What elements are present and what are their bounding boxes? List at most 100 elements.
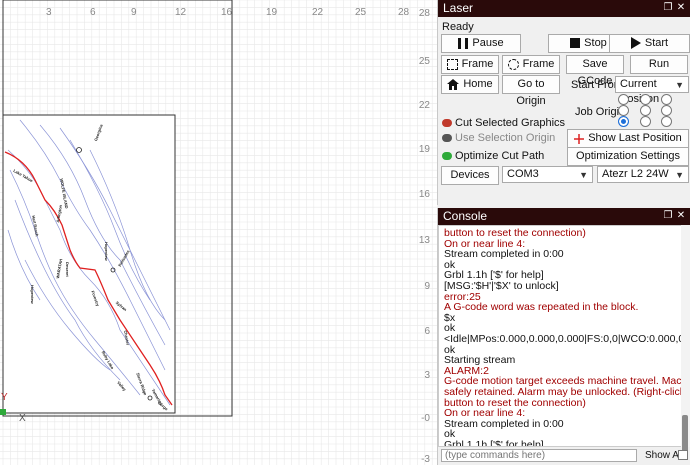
ruler-right-label: -0 [421, 413, 430, 424]
ruler-right-label: 22 [418, 100, 430, 111]
console-panel-title-text: Console [443, 209, 488, 223]
close-icon[interactable]: ✕ [675, 2, 687, 14]
optimization-settings-label: Optimization Settings [576, 150, 680, 162]
ruler-right-label: -3 [421, 454, 430, 465]
stop-icon [570, 38, 581, 49]
job-origin-radio-middle-left[interactable] [618, 105, 629, 116]
start-from-select[interactable]: Current Position ▼ [615, 76, 689, 105]
pause-button[interactable]: Pause [441, 34, 521, 53]
device-select[interactable]: Atezr L2 24W ▼ [597, 166, 689, 183]
ruler-top-label: 6 [90, 7, 96, 18]
app-root: Georgina WOLFE ISLAND Lake Tahoe Hart Ranch… [0, 0, 690, 465]
console-line: [MSG:'$H'|'$X' to unlock] [444, 279, 559, 292]
origin-marker [0, 409, 6, 415]
map-label: Hopeview [104, 242, 109, 261]
frame-circle-button[interactable]: Frame [502, 55, 560, 74]
devices-button[interactable]: Devices [441, 166, 499, 185]
laser-panel-title-text: Laser [443, 1, 474, 15]
job-origin-radio-middle-right[interactable] [661, 105, 672, 116]
optimize-cut-path-label: Optimize Cut Path [455, 150, 545, 162]
home-button[interactable]: Home [441, 75, 499, 94]
console-line: Grbl 1.1h ['$' for help] [444, 438, 544, 447]
home-button-label: Home [463, 78, 493, 90]
job-origin-radio-bottom-right[interactable] [661, 116, 672, 127]
laser-status: Ready [442, 21, 474, 33]
console-panel-title: Console ❐ ✕ [438, 208, 690, 225]
job-origin-radio-middle-center[interactable] [640, 105, 651, 116]
home-icon [447, 78, 460, 90]
show-all-checkbox[interactable] [678, 450, 688, 460]
ruler-top-label: 9 [131, 7, 137, 18]
go-to-origin-button[interactable]: Go to Origin [502, 75, 560, 107]
map-label: Hopeview [30, 285, 35, 304]
job-origin-radio-bottom-left[interactable] [618, 116, 629, 127]
laser-panel: Laser ❐ ✕ Ready Pause Stop Start Frame F… [437, 0, 690, 205]
ruler-top-label: 28 [398, 7, 410, 18]
ruler-top-label: 19 [266, 7, 278, 18]
job-origin-radio-bottom-center[interactable] [640, 116, 651, 127]
ruler-right-label: 16 [418, 189, 430, 200]
play-icon [630, 37, 641, 50]
ruler-right-label: 13 [418, 235, 430, 246]
ruler-top-label: 25 [355, 7, 367, 18]
restore-icon[interactable]: ❐ [662, 210, 674, 222]
port-select[interactable]: COM3 ▼ [502, 166, 593, 183]
frame-button-label: Frame [461, 58, 494, 70]
console-line: Stream completed in 0:00 [444, 417, 564, 430]
workspace-canvas[interactable]: Georgina WOLFE ISLAND Lake Tahoe Hart Ranch… [0, 0, 437, 465]
ruler-top-label: 22 [312, 7, 324, 18]
cut-selected-graphics-label: Cut Selected Graphics [455, 117, 566, 129]
optimize-cut-path-toggle[interactable] [442, 152, 452, 160]
show-last-position-button[interactable]: Show Last Position [567, 129, 689, 148]
device-value: Atezr L2 24W [602, 168, 669, 180]
console-line: Stream completed in 0:00 [444, 248, 564, 261]
origin-y-label: Y [1, 392, 8, 403]
pause-button-label: Pause [472, 37, 504, 49]
job-origin-radio-top-right[interactable] [661, 94, 672, 105]
go-to-origin-label: Go to Origin [516, 78, 546, 107]
console-scroll-thumb[interactable] [682, 415, 688, 455]
run-gcode-button[interactable]: Run GCode [630, 55, 688, 87]
optimization-settings-button[interactable]: Optimization Settings [567, 147, 689, 166]
ruler-top-label: 12 [175, 7, 187, 18]
frame-button[interactable]: Frame [441, 55, 499, 74]
start-button[interactable]: Start [609, 34, 690, 53]
ruler-right-label: 19 [418, 144, 430, 155]
port-value: COM3 [507, 168, 539, 180]
ruler-right-label: 9 [424, 281, 430, 292]
close-icon[interactable]: ✕ [675, 210, 687, 222]
pause-icon [458, 37, 469, 49]
start-button-label: Start [644, 37, 669, 49]
console-line: button to reset the connection) [444, 227, 586, 239]
ruler-right-label: 28 [418, 8, 430, 19]
save-gcode-button[interactable]: Save GCode [566, 55, 624, 87]
cut-selected-graphics-toggle[interactable] [442, 119, 452, 127]
console-text: button to reset the connection) On or nea… [444, 227, 690, 447]
console-line: $x [444, 311, 456, 324]
chevron-down-icon: ▼ [579, 170, 588, 180]
devices-button-label: Devices [450, 169, 490, 181]
console-panel: Console ❐ ✕ button to reset the connecti… [437, 208, 690, 465]
show-last-position-label: Show Last Position [588, 132, 682, 144]
workspace-grid [0, 0, 437, 465]
chevron-down-icon: ▼ [675, 170, 684, 180]
use-selection-origin-label: Use Selection Origin [455, 132, 556, 144]
ruler-right-label: 6 [424, 326, 430, 337]
console-output[interactable]: button to reset the connection) On or nea… [438, 225, 690, 447]
map-label: Deseret [65, 262, 70, 277]
use-selection-origin-toggle[interactable] [442, 134, 452, 142]
job-origin-radio-top-left[interactable] [618, 94, 629, 105]
laser-panel-title: Laser ❐ ✕ [438, 0, 690, 17]
console-scrollbar[interactable] [681, 225, 690, 455]
frame-circle-button-label: Frame [522, 58, 555, 70]
crosshair-icon [574, 133, 585, 145]
console-line: A G-code word was repeated in the block. [444, 301, 639, 314]
job-origin-radio-top-center[interactable] [640, 94, 651, 105]
ruler-top-label: 16 [221, 7, 233, 18]
stop-button-label: Stop [584, 37, 607, 49]
chevron-down-icon: ▼ [675, 80, 684, 90]
console-line: safely retained. Alarm may be unlocked. … [444, 385, 690, 398]
command-input[interactable] [441, 449, 637, 462]
ruler-top-label: 3 [46, 7, 52, 18]
restore-icon[interactable]: ❐ [662, 2, 674, 14]
